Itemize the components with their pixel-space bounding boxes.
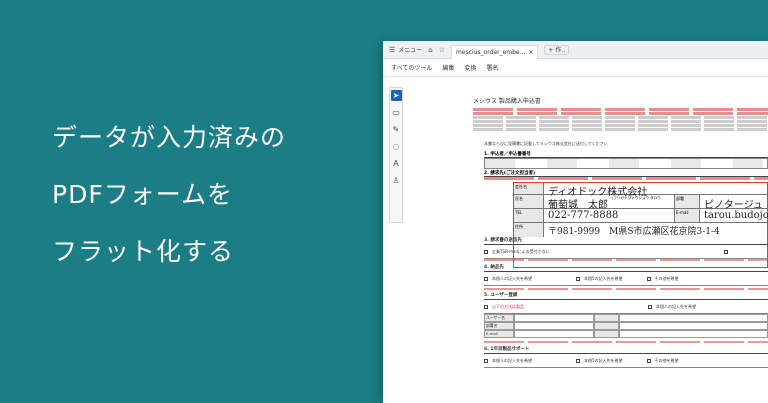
form-title: メシウス 製品購入申込書 bbox=[473, 98, 541, 105]
toolbar-sign[interactable]: 署名 bbox=[486, 63, 498, 72]
grid-cell bbox=[594, 330, 619, 338]
checkbox[interactable] bbox=[576, 358, 580, 363]
comment-icon[interactable]: ▭ bbox=[391, 107, 402, 118]
section-6-options: 本個人の記入先を希望 本個5の記入先を希望 その他を希望 bbox=[484, 354, 768, 368]
tel-label: TEL bbox=[514, 209, 544, 222]
form-sections: 3. 請求書の送信先 企業TSB-mailによる受付でない 4. 納品先 本個人… bbox=[484, 237, 768, 368]
user-label: ユーザー名 bbox=[484, 314, 514, 322]
section-3-options: 企業TSB-mailによる受付でない bbox=[484, 245, 768, 259]
tab-bar: ☰ メニュー ⌂ ☆ mescius_order_embe... × + 作.. bbox=[383, 41, 768, 59]
checkbox[interactable] bbox=[646, 276, 651, 281]
section-1-row bbox=[484, 158, 768, 169]
option-label: 本個5の記入先を希望 bbox=[584, 357, 623, 363]
notice-line bbox=[484, 259, 768, 261]
company-label: 会社名 bbox=[514, 183, 544, 194]
grid-cell[interactable] bbox=[619, 322, 768, 330]
notice-line bbox=[473, 112, 768, 115]
furigana-value[interactable]: ブドウジョウ タロウ bbox=[628, 196, 661, 201]
option-label: 本個人の記入先を希望 bbox=[656, 303, 696, 309]
option-label: 本個人の記入先を希望 bbox=[492, 357, 532, 363]
cursor-icon[interactable]: ➤ bbox=[390, 90, 402, 101]
grid-cell[interactable] bbox=[514, 322, 594, 330]
section-4-heading: 4. 納品先 bbox=[484, 264, 768, 272]
side-toolbar: ➤ ▭ ✎ ◌ Ａ ♙ bbox=[389, 87, 403, 223]
toolbar-all-tools[interactable]: すべてのツール bbox=[391, 63, 432, 72]
toolbar: すべてのツール 編集 変換 署名 bbox=[383, 59, 768, 77]
furigana-label: (フリガナ) bbox=[612, 196, 629, 200]
notice-line bbox=[473, 120, 768, 123]
option-label: 本個人の記入先を希望 bbox=[492, 275, 532, 281]
menu-label: メニュー bbox=[398, 47, 423, 54]
tab-document[interactable]: mescius_order_embe... × bbox=[451, 44, 539, 59]
tel-value[interactable]: 022-777-8888 bbox=[548, 210, 618, 221]
toolbar-edit[interactable]: 編集 bbox=[442, 63, 454, 72]
section-6-heading: 6. 1年目製品サポート bbox=[484, 346, 768, 354]
close-icon[interactable]: × bbox=[528, 49, 533, 56]
notice-line bbox=[484, 341, 768, 343]
section-3-heading: 3. 請求書の送信先 bbox=[484, 237, 768, 245]
stamp-icon[interactable]: ♙ bbox=[391, 175, 402, 186]
option-label: その他を希望 bbox=[654, 357, 679, 363]
checkbox[interactable] bbox=[648, 304, 652, 309]
checkbox[interactable] bbox=[484, 358, 488, 363]
pen-icon[interactable]: ✎ bbox=[391, 124, 402, 135]
checkbox[interactable] bbox=[576, 276, 580, 281]
lasso-icon[interactable]: ◌ bbox=[391, 141, 402, 152]
dept-label: 部署 bbox=[674, 195, 700, 208]
email-value[interactable]: tarou.budojo@m bbox=[704, 210, 768, 221]
grid-cell[interactable] bbox=[619, 330, 768, 338]
section-5-options: 以下の方法は製品 本個人の記入先を希望 bbox=[484, 300, 768, 314]
grid-cell[interactable] bbox=[514, 314, 594, 322]
headline-line-2: PDFフォームを bbox=[52, 180, 233, 209]
headline-line-1: データが入力済みの bbox=[52, 123, 287, 152]
email2-label: E-mail bbox=[484, 330, 514, 338]
section-2-heading: 2. 請求先(ご注文担当者) bbox=[484, 170, 768, 177]
option-label: 企業TSB-mailによる受付でない bbox=[492, 248, 550, 254]
checkbox[interactable] bbox=[484, 249, 488, 254]
user-grid: ユーザー名 部署名 E-mail bbox=[484, 314, 768, 338]
notice-line bbox=[473, 124, 768, 127]
email-label: E-mail bbox=[674, 209, 700, 222]
checkbox[interactable] bbox=[724, 249, 728, 254]
toolbar-convert[interactable]: 変換 bbox=[464, 63, 476, 72]
new-tab-button[interactable]: + 作.. bbox=[544, 44, 570, 55]
menu-button[interactable]: ☰ メニュー bbox=[389, 45, 423, 55]
address-label: 住所 bbox=[514, 223, 544, 237]
headline: データが入力済みの PDFフォームを フラット化する bbox=[52, 125, 286, 296]
name-label: 氏名 bbox=[514, 195, 544, 208]
option-label: 本個5の記入先を希望 bbox=[584, 275, 623, 281]
star-icon[interactable]: ☆ bbox=[439, 46, 445, 54]
option-label: 以下の方法は製品 bbox=[492, 303, 524, 309]
grid-cell[interactable] bbox=[514, 330, 594, 338]
option-label: その他を希望 bbox=[654, 275, 679, 281]
notice-line bbox=[473, 116, 768, 119]
notice-line bbox=[473, 108, 768, 111]
tab-title: mescius_order_embe... bbox=[456, 48, 526, 56]
address-value[interactable]: 〒981-9999 M県S市広瀬区花京院3-1-4 bbox=[548, 224, 720, 237]
section-5-heading: 5. ユーザー登録 bbox=[484, 292, 768, 300]
home-icon[interactable]: ⌂ bbox=[428, 46, 432, 54]
notice-line bbox=[473, 128, 768, 131]
hamburger-icon: ☰ bbox=[389, 45, 396, 54]
grid-cell[interactable] bbox=[619, 314, 768, 322]
form-notice: 本書ならびに見積書に記載してメシウス株式会社に送付してください bbox=[484, 141, 608, 146]
notice-line bbox=[484, 288, 768, 290]
checkbox[interactable] bbox=[646, 358, 651, 363]
checkbox[interactable] bbox=[484, 304, 488, 309]
checkbox[interactable] bbox=[484, 276, 488, 281]
headline-line-3: フラット化する bbox=[52, 237, 235, 266]
grid-cell bbox=[594, 322, 619, 330]
text-select-icon[interactable]: Ａ bbox=[391, 158, 402, 169]
section-1-heading: 1. 申込者／申込書番号 bbox=[484, 151, 768, 158]
section-4-options: 本個人の記入先を希望 本個5の記入先を希望 その他を希望 bbox=[484, 272, 768, 286]
notice-line bbox=[484, 177, 768, 180]
grid-cell bbox=[594, 314, 619, 322]
dept2-label: 部署名 bbox=[484, 322, 514, 330]
